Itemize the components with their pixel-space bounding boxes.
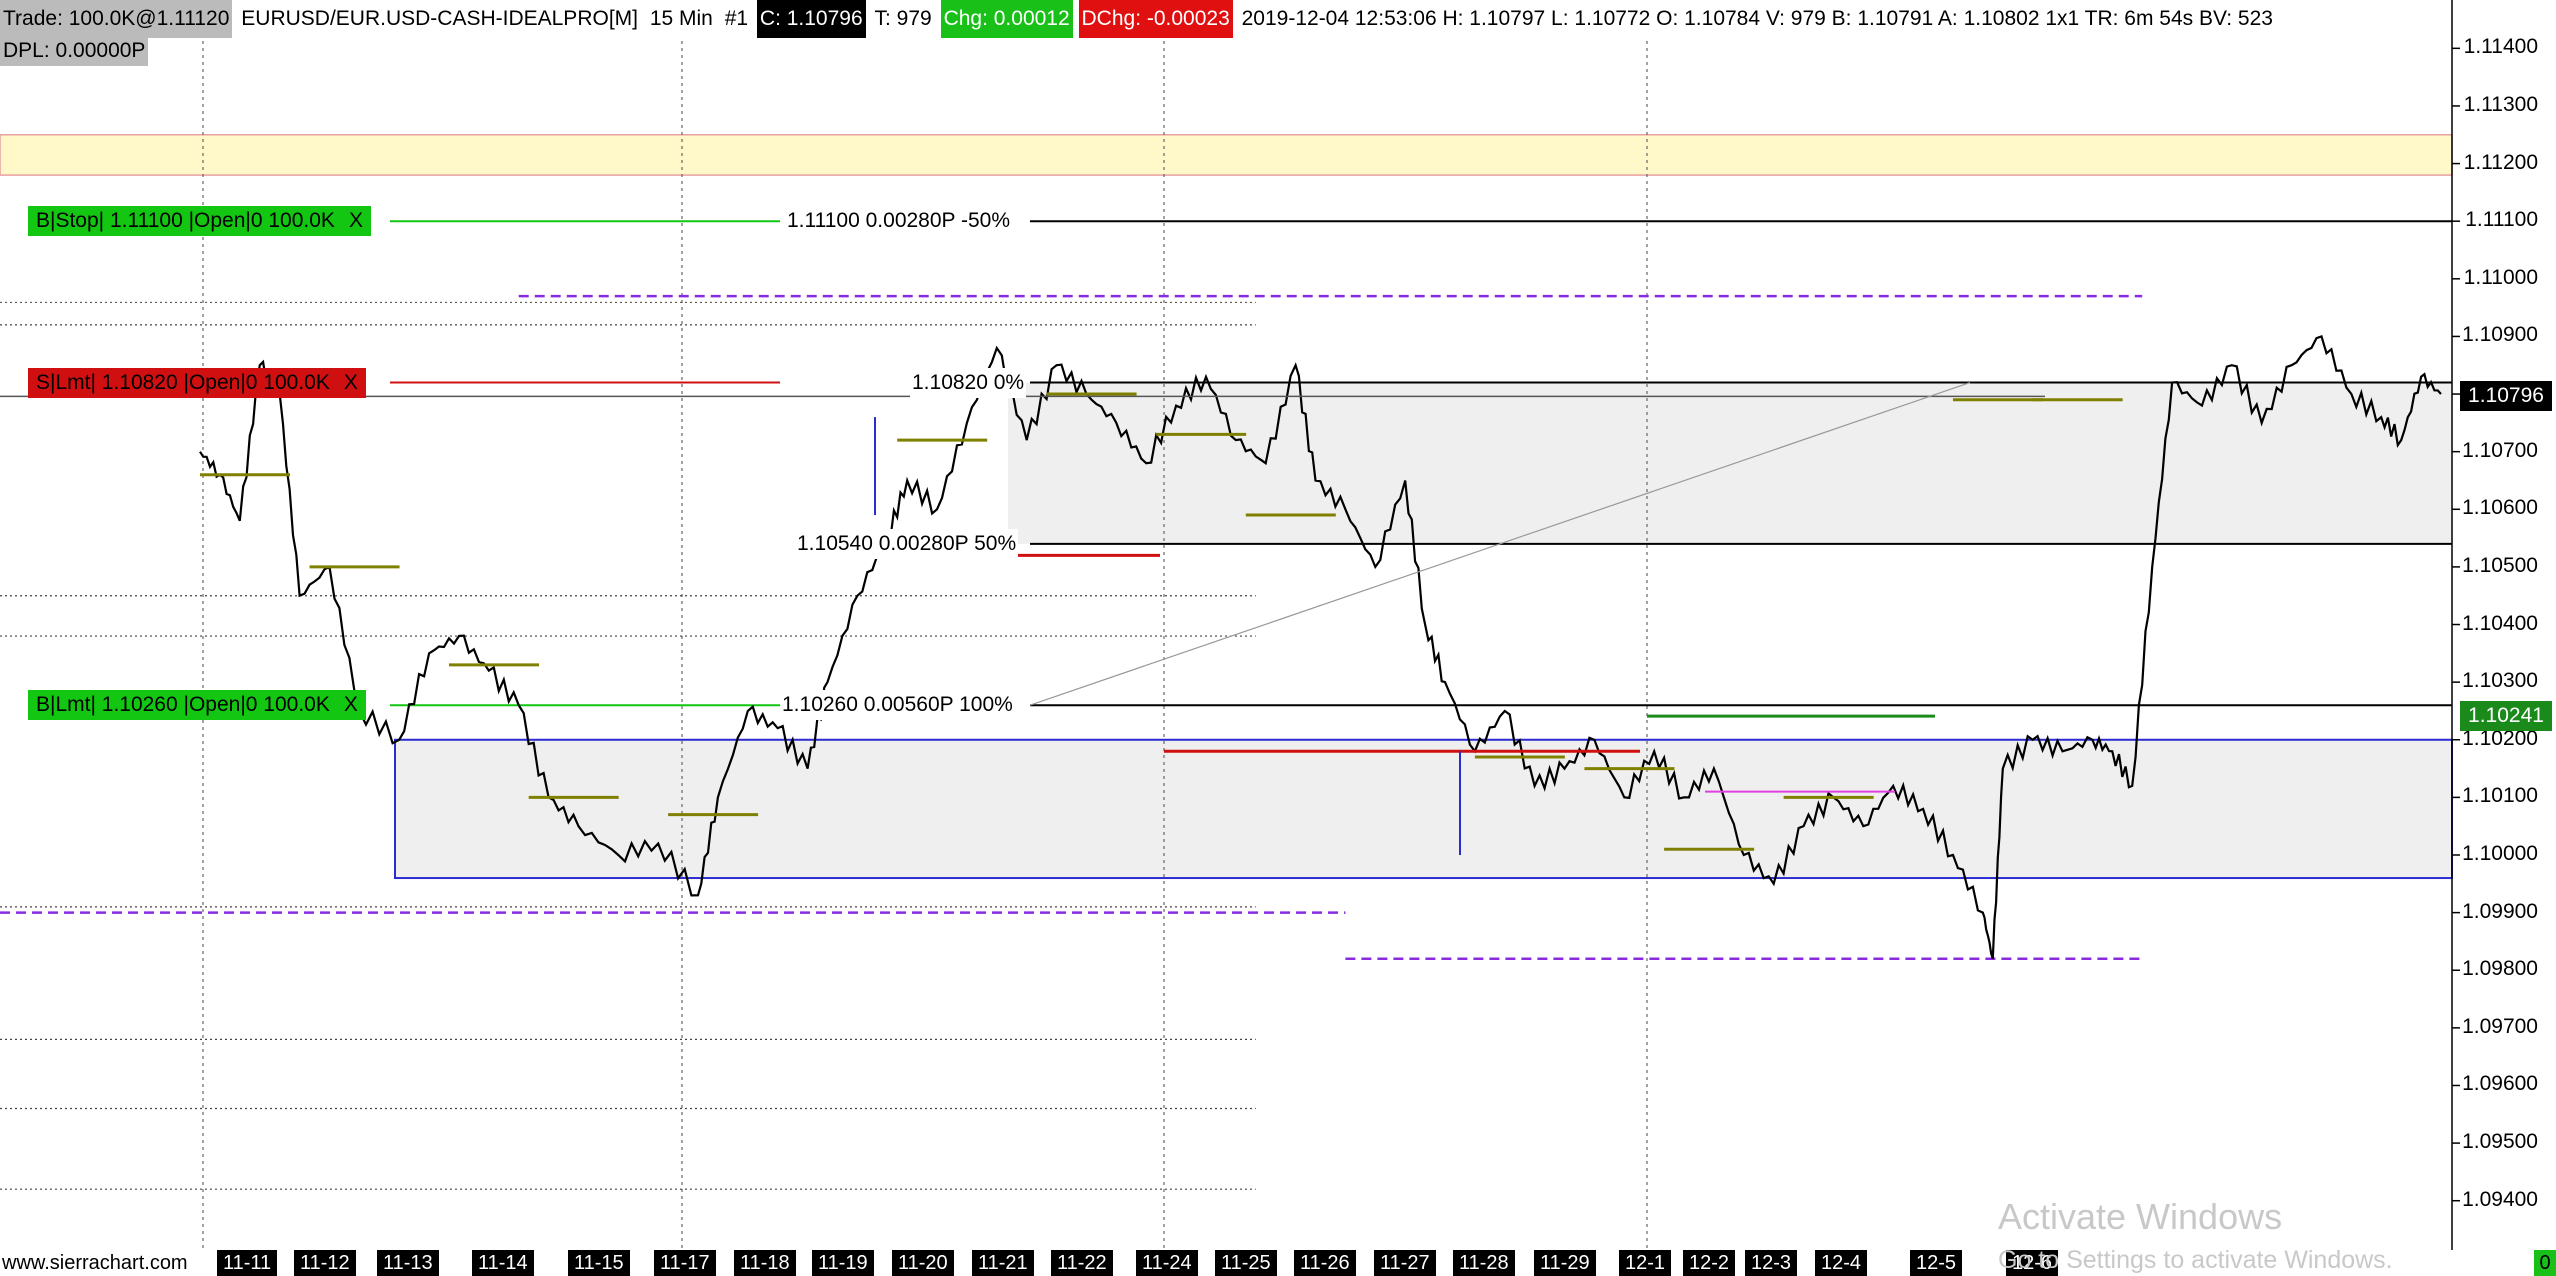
price-tick-label: 1.11200 xyxy=(2463,150,2538,174)
price-tick-label: 1.09400 xyxy=(2462,1187,2538,1211)
trade-info: Trade: 100.0K@1.11120 xyxy=(0,0,233,38)
order-close-button[interactable]: X xyxy=(349,209,363,232)
price-tick-label: 1.09600 xyxy=(2462,1072,2538,1096)
change-value: Chg: 0.00012 xyxy=(940,0,1073,38)
close-value: C: 1.10796 xyxy=(756,0,866,38)
order-pill[interactable]: B|Stop| 1.11100 |Open|0 100.0K X xyxy=(28,206,371,237)
date-tick-label: 11-12 xyxy=(294,1250,356,1276)
date-tick-label: 11-29 xyxy=(1534,1250,1596,1276)
interval-label[interactable]: 15 Min xyxy=(646,0,716,38)
price-tick-label: 1.10300 xyxy=(2462,669,2538,693)
price-tag: 1.10796 xyxy=(2460,381,2552,412)
price-tick-label: 1.09700 xyxy=(2462,1014,2538,1038)
website-label[interactable]: www.sierrachart.com xyxy=(2,1250,188,1276)
bar-stats: 2019-12-04 12:53:06 H: 1.10797 L: 1.1077… xyxy=(1238,0,2276,38)
date-tick-label: 11-13 xyxy=(377,1250,439,1276)
range-zone-upper xyxy=(1008,382,2452,544)
chart-number: #1 xyxy=(721,0,752,38)
activate-windows-subtitle: Go to Settings to activate Windows. xyxy=(1998,1246,2393,1274)
fib-level-label: 1.10260 0.00560P 100% xyxy=(780,690,1015,721)
order-pill[interactable]: B|Lmt| 1.10260 |Open|0 100.0K X xyxy=(28,690,366,721)
price-tick-label: 1.10900 xyxy=(2462,323,2538,347)
date-tick-label: 12-3 xyxy=(1745,1250,1798,1276)
price-tick-label: 1.10600 xyxy=(2462,496,2538,520)
date-tick-label: 11-11 xyxy=(217,1250,278,1276)
date-tick-label: 12-4 xyxy=(1815,1250,1868,1276)
price-tick-label: 1.10000 xyxy=(2462,842,2538,865)
date-tick-label: 12-5 xyxy=(1910,1250,1963,1276)
date-tick-label: 11-18 xyxy=(734,1250,796,1276)
date-tick-label: 11-14 xyxy=(472,1250,534,1276)
order-close-button[interactable]: X xyxy=(344,693,358,716)
date-tick-label: 11-21 xyxy=(972,1250,1034,1276)
order-pill[interactable]: S|Lmt| 1.10820 |Open|0 100.0K X xyxy=(28,367,366,398)
price-tick-label: 1.11000 xyxy=(2463,265,2538,289)
price-tick-label: 1.10100 xyxy=(2462,784,2538,808)
order-close-button[interactable]: X xyxy=(344,371,358,394)
date-tick-label: 11-19 xyxy=(812,1250,874,1276)
order-pill-text: B|Stop| 1.11100 |Open|0 100.0K xyxy=(36,209,335,233)
activate-windows-title: Activate Windows xyxy=(1998,1196,2283,1237)
date-tick-label: 11-15 xyxy=(568,1250,630,1276)
date-tick-label: 11-24 xyxy=(1136,1250,1198,1276)
resistance-zone xyxy=(0,134,2453,176)
date-tick-label: 11-22 xyxy=(1051,1250,1113,1276)
order-pill-text: S|Lmt| 1.10820 |Open|0 100.0K xyxy=(36,370,330,394)
date-tick-label: 12-2 xyxy=(1683,1250,1736,1276)
price-tick-label: 1.11300 xyxy=(2463,92,2538,116)
date-tick-label: 11-28 xyxy=(1453,1250,1515,1276)
date-tick-label: 11-17 xyxy=(654,1250,716,1276)
price-tick-label: 1.10400 xyxy=(2462,611,2538,635)
fib-level-label: 1.11100 0.00280P -50% xyxy=(785,206,1013,237)
price-tick-label: 1.11400 xyxy=(2463,35,2538,59)
date-tick-label: 11-27 xyxy=(1374,1250,1436,1276)
fib-level-label: 1.10540 0.00280P 50% xyxy=(795,528,1019,559)
chart-canvas[interactable] xyxy=(0,0,2556,1276)
date-tick-label: 11-26 xyxy=(1294,1250,1356,1276)
dpl-label: DPL: 0.00000P xyxy=(0,36,149,66)
corner-badge: 0 xyxy=(2534,1250,2556,1276)
symbol-label: EURUSD/EUR.USD-CASH-IDEALPRO[M] xyxy=(238,0,641,38)
date-tick-label: 11-25 xyxy=(1215,1250,1277,1276)
price-tick-label: 1.11100 xyxy=(2465,208,2538,232)
date-tick-label: 11-20 xyxy=(892,1250,954,1276)
date-tick-label: 12-1 xyxy=(1619,1250,1672,1276)
price-tick-label: 1.10700 xyxy=(2462,438,2538,462)
chart-header: Trade: 100.0K@1.11120 EURUSD/EUR.USD-CAS… xyxy=(0,0,2276,38)
price-tick-label: 1.09800 xyxy=(2462,957,2538,981)
price-tag: 1.10241 xyxy=(2460,701,2552,732)
price-tick-label: 1.10500 xyxy=(2462,553,2538,577)
fib-level-label: 1.10820 0% xyxy=(910,367,1027,398)
order-pill-text: B|Lmt| 1.10260 |Open|0 100.0K xyxy=(36,693,330,717)
price-tick-label: 1.09900 xyxy=(2462,899,2538,923)
tick-count: T: 979 xyxy=(871,0,935,38)
daily-change-value: DChg: -0.00023 xyxy=(1078,0,1233,38)
price-tick-label: 1.09500 xyxy=(2462,1130,2538,1154)
